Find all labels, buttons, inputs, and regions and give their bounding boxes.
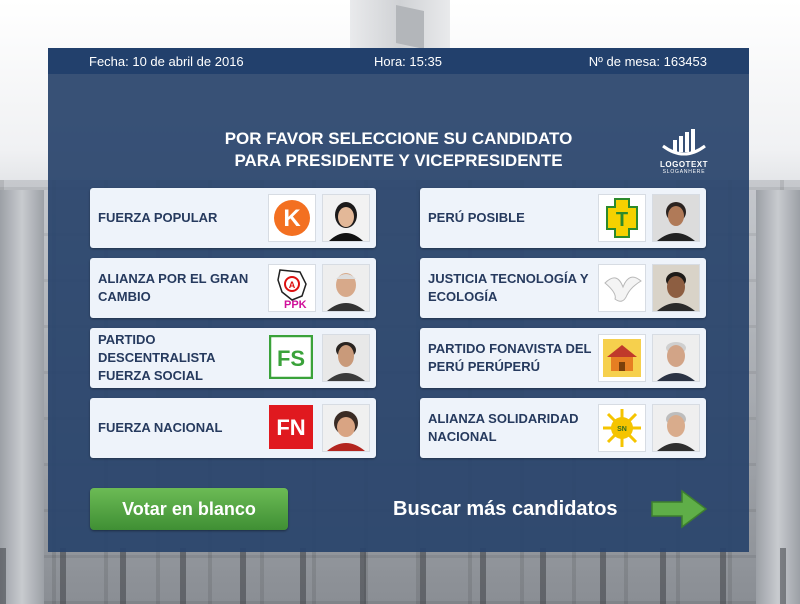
candidate-photo bbox=[652, 194, 700, 242]
title-line: PARA PRESIDENTE Y VICEPRESIDENTE bbox=[234, 151, 563, 170]
peru-map-logo-icon: A PPK bbox=[268, 264, 316, 312]
svg-text:SN: SN bbox=[617, 426, 627, 433]
fn-logo-icon: FN bbox=[268, 404, 314, 450]
more-candidates-label: Buscar más candidatos bbox=[393, 497, 618, 520]
candidate-card-justicia-tecnologia[interactable]: JUSTICIA TECNOLOGÍA Y ECOLOGÍA bbox=[420, 258, 706, 318]
palace-pillar bbox=[756, 190, 800, 604]
party-name: ALIANZA SOLIDARIDAD NACIONAL bbox=[428, 411, 579, 444]
svg-text:T: T bbox=[616, 209, 628, 231]
party-name: JUSTICIA TECNOLOGÍA Y ECOLOGÍA bbox=[428, 271, 589, 304]
candidate-photo bbox=[322, 404, 370, 452]
time-label: Hora: 15:35 bbox=[374, 54, 442, 69]
arrow-right-icon bbox=[651, 489, 708, 529]
page-title: POR FAVOR SELECCIONE SU CANDIDATO PARA P… bbox=[48, 128, 749, 172]
candidate-card-solidaridad-nacional[interactable]: ALIANZA SOLIDARIDAD NACIONAL SN bbox=[420, 398, 706, 458]
candidate-card-fuerza-popular[interactable]: FUERZA POPULAR K bbox=[90, 188, 376, 248]
party-name: FUERZA NACIONAL bbox=[98, 420, 223, 435]
logo-text: FS bbox=[277, 346, 305, 371]
candidate-card-peru-posible[interactable]: PERÚ POSIBLE T bbox=[420, 188, 706, 248]
party-name: FUERZA POPULAR bbox=[98, 210, 218, 225]
ballot-panel: Fecha: 10 de abril de 2016 Hora: 15:35 N… bbox=[48, 48, 749, 552]
blank-vote-button[interactable]: Votar en blanco bbox=[90, 488, 288, 530]
candidate-photo bbox=[322, 334, 370, 382]
svg-text:A: A bbox=[289, 280, 296, 290]
logo-text: PPK bbox=[284, 299, 307, 310]
fs-logo-icon: FS bbox=[268, 334, 314, 380]
candidate-photo bbox=[322, 194, 370, 242]
more-candidates-button[interactable]: Buscar más candidatos bbox=[388, 488, 708, 530]
candidate-photo bbox=[652, 334, 700, 382]
k-circle-logo-icon: K bbox=[268, 194, 316, 242]
dove-logo-icon bbox=[598, 264, 646, 312]
svg-text:K: K bbox=[283, 205, 301, 232]
candidate-card-fuerza-nacional[interactable]: FUERZA NACIONAL FN bbox=[90, 398, 376, 458]
candidate-card-alianza-gran-cambio[interactable]: ALIANZA POR EL GRAN CAMBIO A PPK bbox=[90, 258, 376, 318]
fence bbox=[0, 548, 800, 604]
candidate-photo bbox=[322, 264, 370, 312]
title-line: POR FAVOR SELECCIONE SU CANDIDATO bbox=[224, 129, 573, 148]
party-name: PARTIDO FONAVISTA DEL PERÚ PERÚPERÚ bbox=[428, 341, 592, 374]
table-number-label: Nº de mesa: 163453 bbox=[588, 54, 707, 69]
chakana-logo-icon: T bbox=[598, 194, 646, 242]
candidate-photo bbox=[652, 264, 700, 312]
palace-pillar bbox=[0, 190, 44, 604]
sun-logo-icon: SN bbox=[598, 404, 646, 452]
date-label: Fecha: 10 de abril de 2016 bbox=[89, 54, 244, 69]
candidate-card-fuerza-social[interactable]: PARTIDO DESCENTRALISTA FUERZA SOCIAL FS bbox=[90, 328, 376, 388]
house-logo-icon bbox=[598, 334, 646, 382]
candidate-card-fonavista[interactable]: PARTIDO FONAVISTA DEL PERÚ PERÚPERÚ bbox=[420, 328, 706, 388]
flag-icon bbox=[396, 5, 424, 49]
info-bar: Fecha: 10 de abril de 2016 Hora: 15:35 N… bbox=[48, 48, 749, 74]
logo-text: FN bbox=[276, 415, 305, 440]
party-name: PERÚ POSIBLE bbox=[428, 210, 525, 225]
party-name: ALIANZA POR EL GRAN CAMBIO bbox=[98, 271, 249, 304]
candidate-photo bbox=[652, 404, 700, 452]
party-name: PARTIDO DESCENTRALISTA FUERZA SOCIAL bbox=[98, 332, 215, 383]
